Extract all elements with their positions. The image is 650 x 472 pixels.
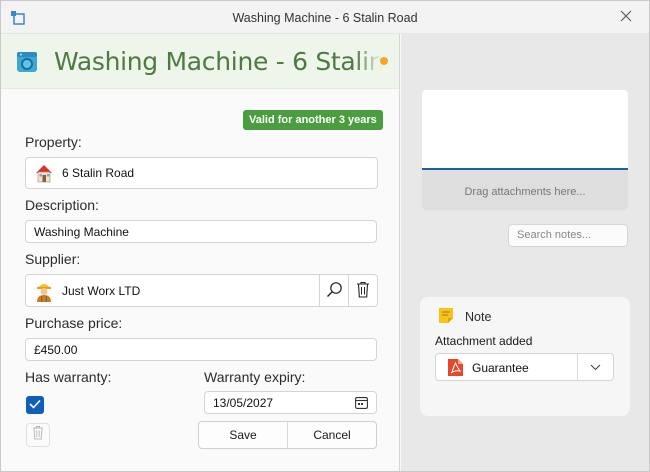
trash-icon [32, 425, 44, 445]
note-body: Attachment added [435, 334, 533, 348]
cancel-button[interactable]: Cancel [287, 422, 376, 448]
item-header: Washing Machine - 6 Stalin Road [1, 34, 399, 89]
app-window: Washing Machine - 6 Stalin Road Washing … [0, 0, 650, 472]
supplier-search-button[interactable] [319, 275, 348, 306]
delete-item-button[interactable] [26, 423, 50, 447]
supplier-delete-button[interactable] [348, 275, 377, 306]
description-label: Description: [25, 197, 99, 213]
attachment-name: Guarantee [472, 361, 529, 375]
description-input[interactable]: Washing Machine [25, 220, 377, 243]
price-value: £450.00 [34, 342, 78, 357]
house-icon [34, 163, 54, 183]
calendar-icon[interactable] [355, 396, 368, 409]
save-button[interactable]: Save [199, 422, 287, 448]
close-icon [620, 9, 632, 27]
property-field[interactable]: 6 Stalin Road [25, 157, 378, 189]
search-icon [326, 281, 343, 301]
notes-pane: Drag attachments here... Search notes...… [401, 34, 649, 471]
price-label: Purchase price: [25, 315, 123, 331]
warranty-status-badge: Valid for another 3 years [243, 110, 383, 130]
note-title: Note [465, 310, 492, 324]
worker-icon [34, 280, 54, 302]
expiry-label: Warranty expiry: [204, 369, 306, 385]
expiry-date-picker[interactable]: 13/05/2027 [204, 391, 377, 414]
search-notes-input[interactable]: Search notes... [508, 224, 628, 247]
description-value: Washing Machine [34, 224, 129, 239]
sticky-note-icon [439, 308, 453, 323]
page-title: Washing Machine - 6 Stalin Road [54, 47, 399, 76]
attachment-hint: Drag attachments here... [464, 186, 586, 198]
attachment-drop-zone[interactable]: Drag attachments here... [422, 90, 628, 210]
checkmark-icon [29, 396, 41, 414]
warranty-checkbox[interactable] [26, 396, 44, 414]
expiry-value: 13/05/2027 [213, 395, 274, 410]
washing-machine-icon [16, 51, 38, 73]
supplier-label: Supplier: [25, 251, 81, 267]
pdf-icon [448, 359, 463, 376]
window-title: Washing Machine - 6 Stalin Road [232, 11, 418, 25]
unsaved-indicator [380, 57, 388, 65]
title-fade [355, 34, 399, 88]
warranty-label: Has warranty: [25, 369, 112, 385]
close-button[interactable] [603, 1, 649, 34]
chevron-down-icon[interactable] [577, 354, 613, 380]
trash-icon [356, 281, 370, 301]
supplier-field[interactable]: Just Worx LTD [25, 274, 378, 307]
details-pane: Washing Machine - 6 Stalin Road Valid fo… [1, 34, 400, 471]
action-buttons: Save Cancel [198, 421, 377, 449]
note-attachment-dropdown[interactable]: Guarantee [435, 353, 614, 381]
property-label: Property: [25, 134, 82, 150]
attachment-list [422, 90, 628, 170]
note-card: Note Attachment added Guarantee [420, 297, 630, 416]
title-bar: Washing Machine - 6 Stalin Road [1, 1, 649, 34]
price-input[interactable]: £450.00 [25, 338, 377, 361]
